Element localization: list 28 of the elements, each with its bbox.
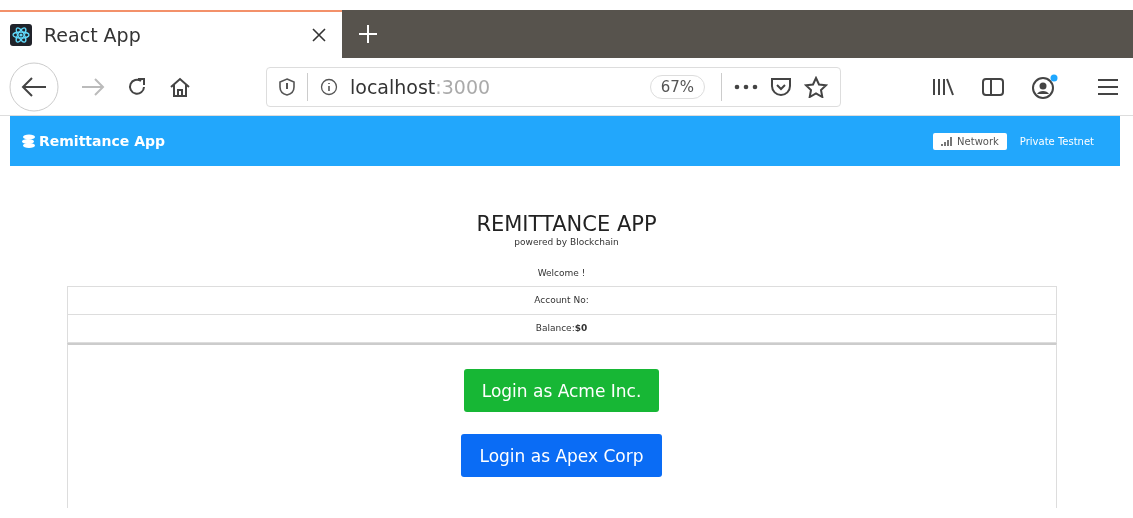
login-button[interactable]: Login as Apex Corp bbox=[461, 434, 662, 477]
close-icon[interactable] bbox=[312, 28, 326, 42]
page-subtitle: powered by Blockchain bbox=[514, 237, 619, 247]
pocket-icon[interactable] bbox=[770, 76, 792, 97]
address-bar[interactable]: localhost:3000 67% bbox=[266, 66, 841, 107]
tab-title: React App bbox=[44, 24, 142, 46]
page-title: REMITTANCE APP bbox=[476, 212, 657, 236]
account-icon[interactable] bbox=[1031, 73, 1059, 100]
star-icon[interactable] bbox=[804, 75, 828, 98]
home-icon[interactable] bbox=[168, 75, 192, 98]
network-name: Private Testnet bbox=[1019, 135, 1094, 147]
info-row: Account No: bbox=[66, 287, 1057, 315]
back-icon[interactable] bbox=[8, 60, 60, 113]
react-logo-icon[interactable] bbox=[10, 24, 32, 46]
network-badge: Network bbox=[933, 132, 1007, 150]
more-icon[interactable] bbox=[734, 83, 758, 90]
info-row: Welcome ! bbox=[66, 261, 1057, 287]
signal-icon bbox=[941, 136, 954, 146]
info-row: Balance:$0 bbox=[66, 315, 1057, 343]
shield-icon[interactable] bbox=[279, 77, 295, 96]
sidebar-icon[interactable] bbox=[981, 76, 1005, 97]
menu-icon[interactable] bbox=[1097, 77, 1119, 96]
url-text: localhost:3000 bbox=[350, 75, 492, 98]
plus-icon[interactable] bbox=[358, 24, 378, 44]
coins-icon[interactable] bbox=[22, 134, 36, 148]
info-icon[interactable] bbox=[320, 77, 338, 96]
browser-tab[interactable]: React App bbox=[0, 10, 342, 58]
reload-icon[interactable] bbox=[126, 75, 148, 98]
